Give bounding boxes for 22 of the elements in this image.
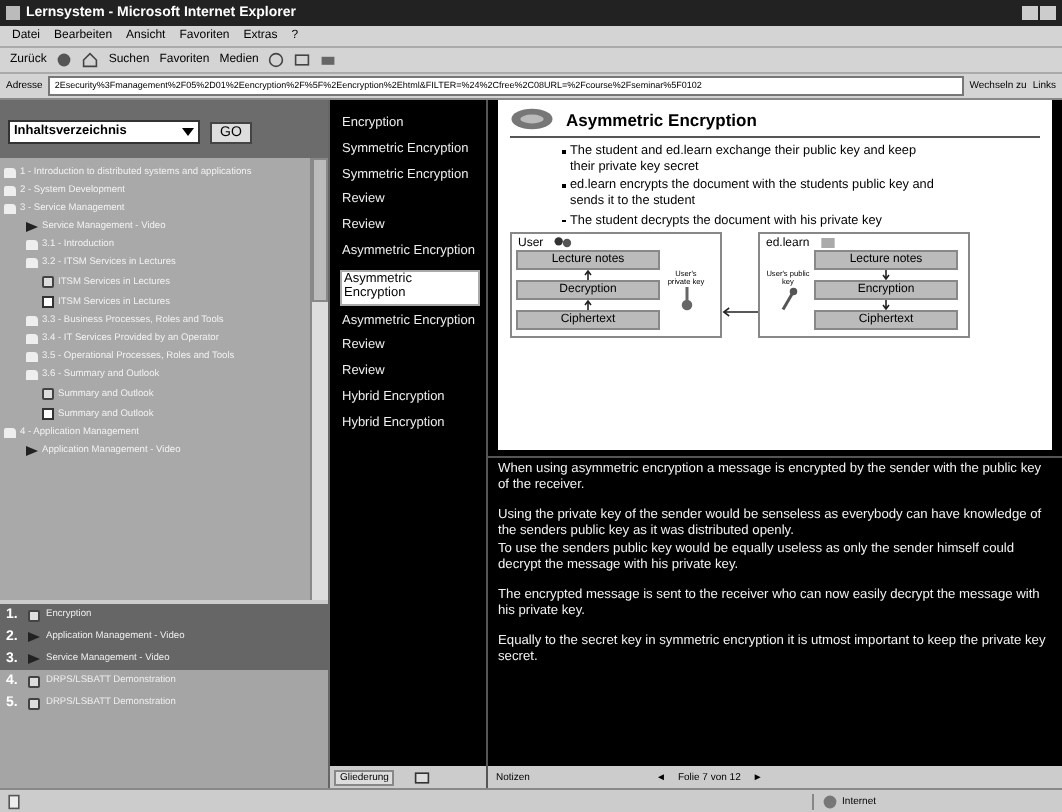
folder-icon	[4, 428, 16, 438]
video-icon	[26, 446, 38, 456]
person-icon	[551, 236, 572, 251]
doc-icon	[42, 296, 54, 308]
arrow	[882, 270, 890, 281]
video-icon	[26, 222, 38, 232]
scrollbar[interactable]	[310, 158, 328, 600]
arrow	[584, 300, 592, 311]
dropdown-arrow-icon[interactable]	[180, 124, 196, 140]
slide-icon[interactable]	[414, 769, 431, 785]
arrow	[584, 270, 592, 281]
arrow	[882, 300, 890, 311]
globe-icon	[822, 793, 839, 809]
logo-icon	[510, 106, 554, 132]
key-icon	[677, 285, 695, 312]
key-icon	[779, 285, 797, 312]
slide-title: Asymmetric Encryption	[566, 109, 757, 129]
doc-icon	[42, 408, 54, 420]
arrow	[722, 306, 758, 319]
stop-icon[interactable]	[56, 52, 73, 68]
page-icon	[6, 793, 22, 809]
home-icon[interactable]	[82, 52, 99, 68]
